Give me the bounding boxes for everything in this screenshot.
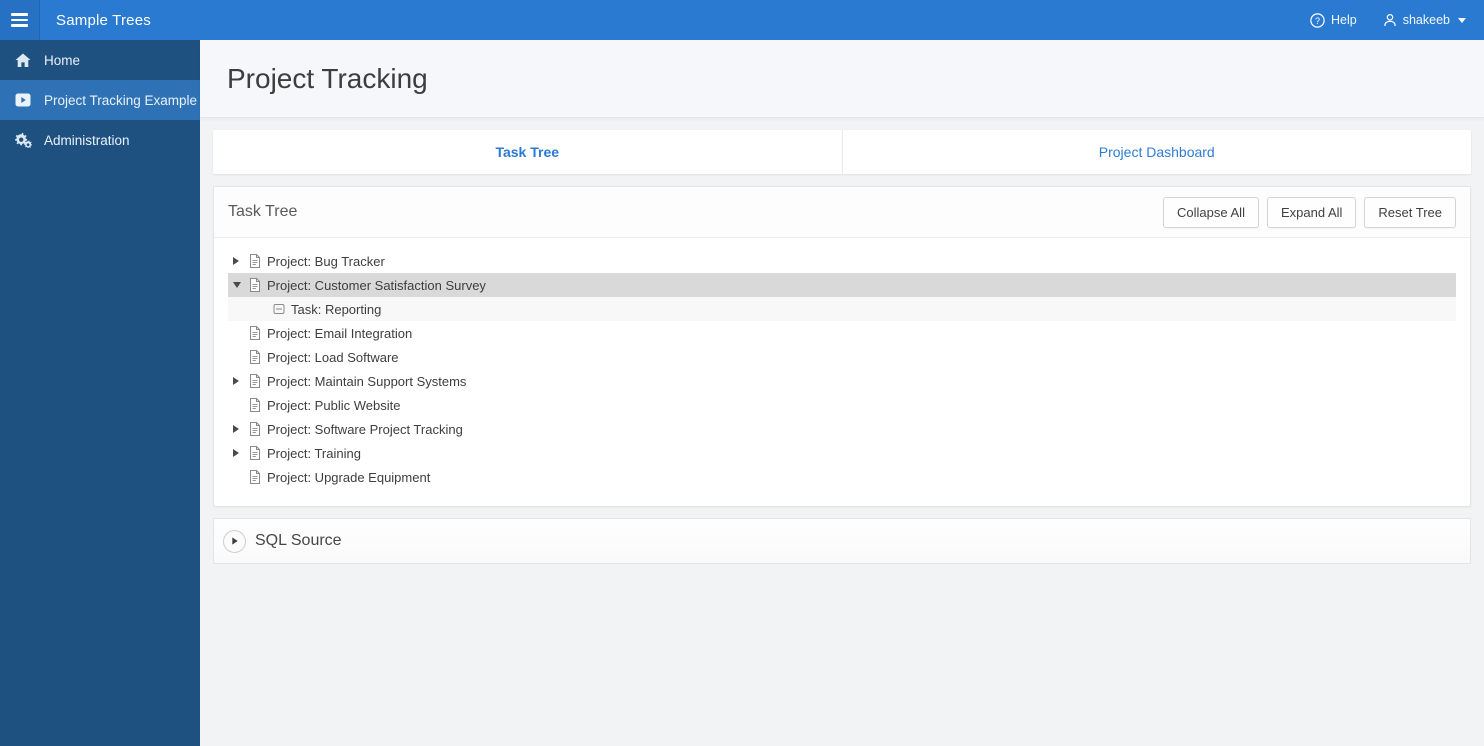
sidebar-item-home[interactable]: Home [0, 40, 200, 80]
hamburger-icon [11, 13, 28, 27]
tree-node[interactable]: Project: Training [228, 441, 1456, 465]
expand-arrow-icon [231, 537, 238, 545]
document-icon [249, 326, 261, 340]
user-icon [1383, 13, 1397, 27]
task-icon [273, 303, 285, 315]
tree-node-label: Project: Email Integration [267, 325, 413, 341]
help-label: Help [1331, 13, 1357, 27]
sidebar-item-label: Project Tracking Example [44, 92, 198, 108]
svg-text:?: ? [1315, 15, 1320, 25]
help-icon: ? [1310, 12, 1325, 28]
sidebar-item-administration[interactable]: Administration [0, 120, 200, 160]
document-icon [249, 254, 261, 268]
sql-source-title: SQL Source [255, 532, 342, 549]
topbar-actions: ? Help shakeeb [1310, 0, 1484, 40]
document-icon [249, 278, 261, 292]
collapse-all-button[interactable]: Collapse All [1163, 196, 1259, 228]
tree-node-label: Project: Load Software [267, 349, 399, 365]
tree-node[interactable]: Project: Email Integration [228, 321, 1456, 345]
page-header: Project Tracking [200, 40, 1484, 118]
tree-node-label: Project: Public Website [267, 397, 401, 413]
region-title: Task Tree [228, 203, 298, 220]
expand-all-button[interactable]: Expand All [1266, 196, 1357, 228]
sidebar-nav: Home Project Tracking Example Administra… [0, 40, 200, 746]
expand-arrow-icon[interactable] [233, 257, 249, 265]
tree-node[interactable]: Project: Upgrade Equipment [228, 465, 1456, 489]
tree-node[interactable]: Project: Maintain Support Systems [228, 369, 1456, 393]
task-tree-region: Task Tree Collapse All Expand All Reset … [213, 186, 1471, 507]
document-icon [249, 350, 261, 364]
gears-icon [14, 132, 32, 148]
tree-node[interactable]: Project: Public Website [228, 393, 1456, 417]
page-title: Project Tracking [227, 62, 428, 94]
tree-node-label: Project: Maintain Support Systems [267, 373, 467, 389]
sql-source-region: SQL Source [213, 518, 1471, 564]
home-icon [14, 53, 32, 68]
region-buttons: Collapse All Expand All Reset Tree [1163, 196, 1456, 228]
region-tabs: Task Tree Project Dashboard [213, 130, 1471, 174]
top-navigation-bar: Sample Trees ? Help shakeeb [0, 0, 1484, 40]
tree-node[interactable]: Project: Software Project Tracking [228, 417, 1456, 441]
document-icon [249, 446, 261, 460]
expand-arrow-icon[interactable] [233, 425, 249, 433]
sidebar-item-label: Administration [44, 132, 130, 148]
expand-region-button[interactable] [223, 529, 246, 553]
expand-arrow-icon[interactable] [233, 449, 249, 457]
tree-node-label: Project: Software Project Tracking [267, 421, 463, 437]
reset-tree-button[interactable]: Reset Tree [1364, 196, 1456, 228]
tree-node-selected[interactable]: Project: Customer Satisfaction Survey [228, 273, 1456, 297]
tree-node-label: Project: Bug Tracker [267, 253, 385, 269]
tree-node-label: Task: Reporting [291, 301, 382, 317]
tree-node-label: Project: Customer Satisfaction Survey [267, 277, 486, 293]
tree-node-label: Project: Training [267, 445, 361, 461]
main-content: Project Tracking Task Tree Project Dashb… [200, 40, 1484, 746]
play-square-icon [14, 92, 32, 108]
task-tree-region-header: Task Tree Collapse All Expand All Reset … [214, 187, 1470, 238]
sidebar-toggle-button[interactable] [0, 0, 40, 40]
help-link[interactable]: ? Help [1310, 12, 1357, 28]
tree-node[interactable]: Project: Bug Tracker [228, 249, 1456, 273]
document-icon [249, 398, 261, 412]
collapse-arrow-icon[interactable] [233, 282, 249, 288]
expand-arrow-icon[interactable] [233, 377, 249, 385]
task-tree: Project: Bug Tracker Project: Customer S… [214, 238, 1470, 506]
tree-node-label: Project: Upgrade Equipment [267, 469, 431, 485]
document-icon [249, 422, 261, 436]
username: shakeeb [1402, 13, 1450, 27]
chevron-down-icon [1458, 17, 1466, 23]
app-title: Sample Trees [56, 11, 151, 29]
tree-node[interactable]: Project: Load Software [228, 345, 1456, 369]
sidebar-item-label: Home [44, 52, 81, 68]
document-icon [249, 470, 261, 484]
sidebar-item-project-tracking-example[interactable]: Project Tracking Example [0, 80, 200, 120]
user-menu[interactable]: shakeeb [1383, 13, 1466, 27]
tab-project-dashboard[interactable]: Project Dashboard [841, 130, 1472, 174]
document-icon [249, 374, 261, 388]
tree-node[interactable]: Task: Reporting [228, 297, 1456, 321]
tab-task-tree[interactable]: Task Tree [213, 130, 842, 174]
